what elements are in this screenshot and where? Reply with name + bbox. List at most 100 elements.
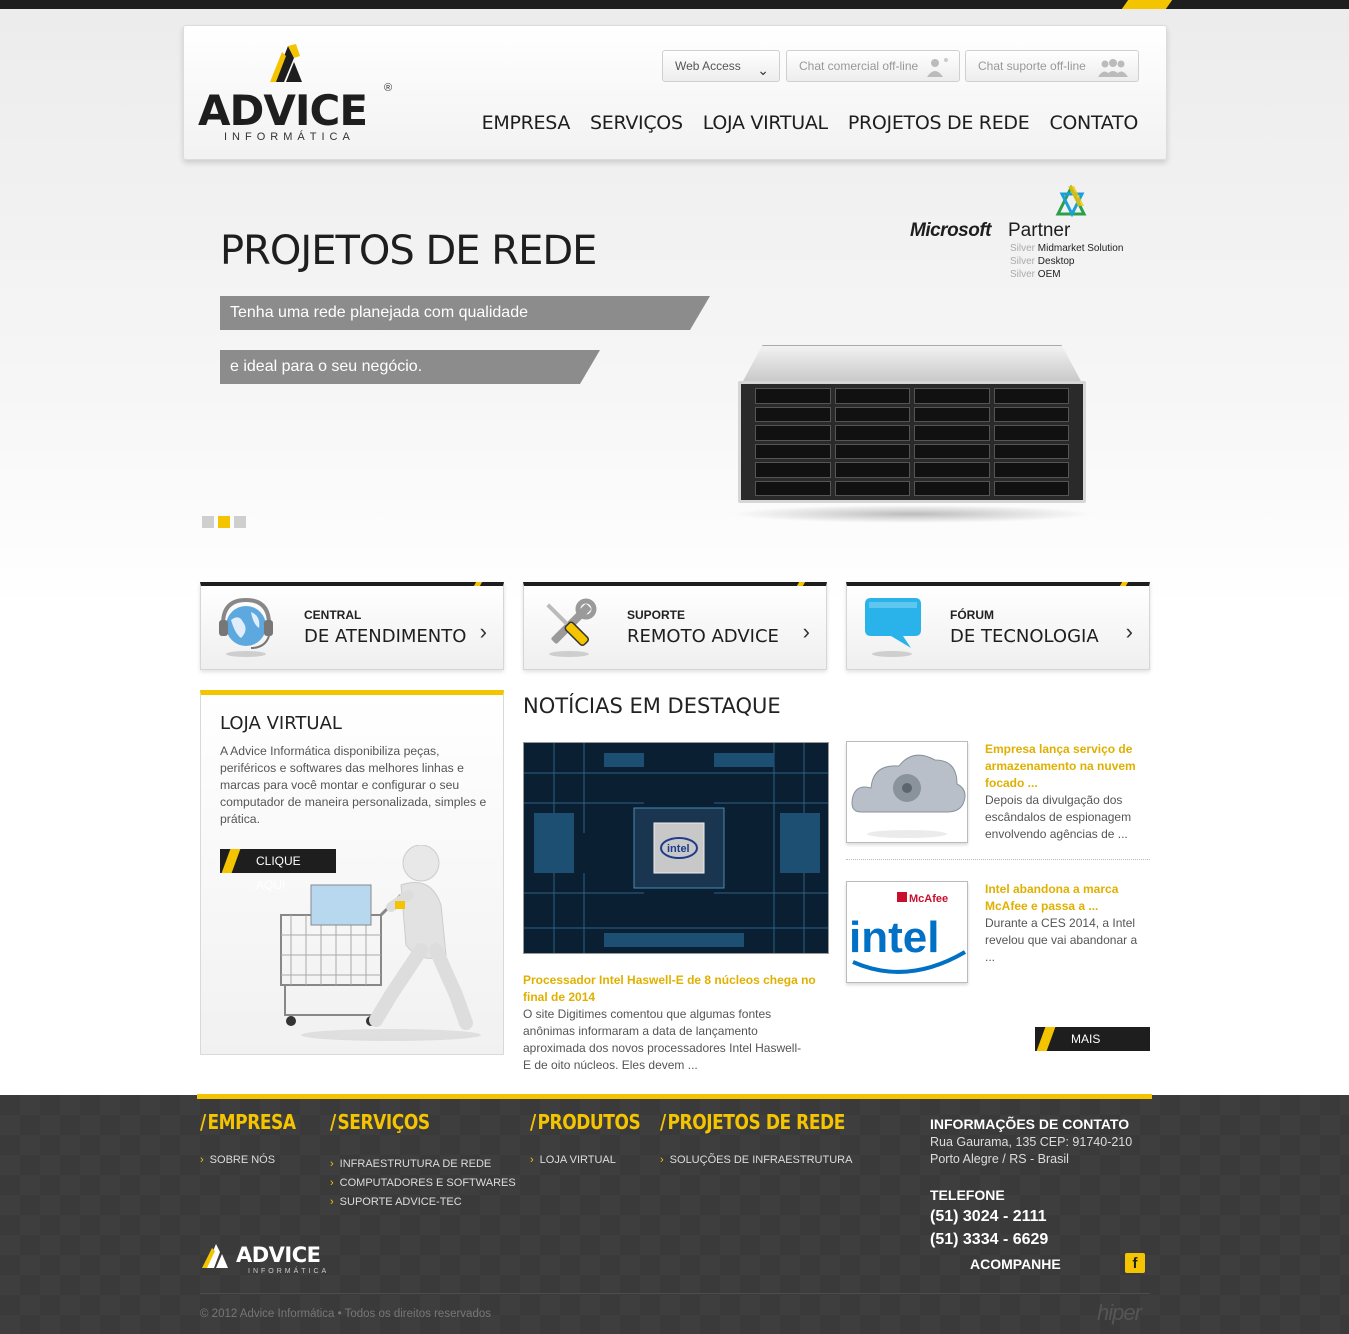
clique-aqui-button[interactable]: CLIQUE AQUI bbox=[220, 849, 336, 892]
drive-bay bbox=[755, 443, 831, 459]
svg-text:McAfee: McAfee bbox=[909, 893, 948, 905]
nav-projetos-de-rede[interactable]: PROJETOS DE REDE bbox=[848, 112, 1030, 134]
competency-desktop: Desktop bbox=[1037, 256, 1075, 267]
hero-tagline-2: e ideal para o seu negócio. bbox=[220, 350, 600, 384]
chevron-right-icon: › bbox=[1125, 619, 1133, 644]
card-label-large: DE ATENDIMENTO bbox=[304, 626, 467, 647]
person-icon bbox=[927, 58, 948, 77]
button-stripe bbox=[221, 849, 241, 873]
chat-comercial-button[interactable]: Chat comercial off-line bbox=[786, 50, 960, 82]
button-stripe bbox=[1036, 1027, 1056, 1051]
logo-wordmark: ADVICE bbox=[198, 86, 368, 135]
footer-link-infraestrutura[interactable]: › INFRAESTRUTURA DE REDE bbox=[330, 1158, 491, 1170]
motherboard-image: intel bbox=[524, 743, 828, 953]
chat-suporte-button[interactable]: Chat suporte off-line bbox=[965, 50, 1139, 82]
microsoft-partner-logo-icon bbox=[1055, 184, 1087, 218]
agency-logo[interactable]: hiper bbox=[1097, 1300, 1142, 1326]
svg-text:intel: intel bbox=[667, 843, 690, 855]
microsoft-partner-badge: Microsoft Partner Silver Midmarket Solut… bbox=[910, 184, 1140, 284]
news-section-title: NOTÍCIAS EM DESTAQUE bbox=[523, 694, 781, 718]
server-rack-image bbox=[720, 345, 1104, 525]
drive-bay bbox=[834, 480, 910, 496]
chat-comercial-label: Chat comercial off-line bbox=[799, 59, 919, 73]
slider-dot-3[interactable] bbox=[234, 516, 246, 528]
logo-mark-icon bbox=[270, 44, 302, 82]
contact-address-2: Porto Alegre / RS - Brasil bbox=[930, 1152, 1069, 1166]
drive-bay bbox=[834, 388, 910, 404]
news-divider bbox=[846, 859, 1150, 860]
nav-loja-virtual[interactable]: LOJA VIRTUAL bbox=[703, 112, 828, 134]
news-side-headline-2[interactable]: Intel abandona a marca McAfee e passa a … bbox=[985, 881, 1150, 915]
footer-heading-empresa[interactable]: /EMPRESA bbox=[200, 1110, 296, 1134]
mais-noticias-button[interactable]: MAIS NOTÍCIAS bbox=[1035, 1027, 1150, 1070]
drive-bay bbox=[755, 462, 831, 478]
silver-label: Silver bbox=[1010, 243, 1036, 254]
server-top bbox=[742, 345, 1082, 383]
card-central-atendimento[interactable]: CENTRAL DE ATENDIMENTO › bbox=[200, 582, 504, 670]
partner-competencies: Silver Midmarket Solution Silver Desktop… bbox=[1010, 242, 1123, 281]
footer-logo[interactable]: ADVICE INFORMÁTICA bbox=[200, 1242, 340, 1276]
server-shadow bbox=[730, 505, 1094, 523]
main-nav: EMPRESA SERVIÇOS LOJA VIRTUAL PROJETOS D… bbox=[482, 112, 1139, 134]
chevron-right-icon: › bbox=[802, 619, 810, 644]
footer-logo-mark-icon bbox=[202, 1244, 228, 1268]
drive-bay bbox=[993, 480, 1069, 496]
slider-dots bbox=[202, 516, 246, 528]
facebook-icon[interactable]: f bbox=[1125, 1253, 1145, 1273]
drive-bay bbox=[755, 425, 831, 441]
footer-logo-subtitle: INFORMÁTICA bbox=[248, 1268, 330, 1275]
cloud-safe-icon bbox=[847, 742, 967, 842]
footer-link-suporte[interactable]: › SUPORTE ADVICE-TEC bbox=[330, 1196, 462, 1208]
web-access-dropdown[interactable]: Web Access ⌄ bbox=[662, 50, 780, 82]
footer-link-solucoes[interactable]: › SOLUÇÕES DE INFRAESTRUTURA bbox=[660, 1154, 852, 1166]
drive-bay bbox=[755, 388, 831, 404]
drive-bay bbox=[914, 462, 990, 478]
silver-label: Silver bbox=[1010, 256, 1036, 267]
tools-icon bbox=[546, 598, 597, 657]
footer-link-sobre-nos[interactable]: › SOBRE NÓS bbox=[200, 1154, 275, 1166]
contact-title: INFORMAÇÕES DE CONTATO bbox=[930, 1116, 1130, 1132]
slider-dot-2[interactable] bbox=[218, 516, 230, 528]
drive-bay bbox=[755, 480, 831, 496]
follow-label: ACOMPANHE bbox=[970, 1256, 1061, 1272]
phone-title: TELEFONE bbox=[930, 1187, 1005, 1203]
drive-bay bbox=[993, 425, 1069, 441]
loja-virtual-box: LOJA VIRTUAL A Advice Informática dispon… bbox=[200, 690, 504, 1055]
news-side-excerpt-2: Durante a CES 2014, a Intel revelou que … bbox=[985, 916, 1138, 964]
top-bar-accent bbox=[1121, 0, 1173, 9]
slider-dot-1[interactable] bbox=[202, 516, 214, 528]
card-label-large: REMOTO ADVICE bbox=[627, 626, 779, 647]
site-header: ADVICE ® INFORMÁTICA Web Access ⌄ Chat c… bbox=[183, 25, 1167, 160]
advice-logo[interactable]: ADVICE ® INFORMÁTICA bbox=[198, 40, 398, 150]
drive-bay bbox=[993, 462, 1069, 478]
news-main-image[interactable]: intel bbox=[523, 742, 829, 954]
hero-tagline-1: Tenha uma rede planejada com qualidade bbox=[220, 296, 710, 330]
logo-registered-mark: ® bbox=[384, 82, 393, 94]
phone-number-2: (51) 3334 - 6629 bbox=[930, 1231, 1049, 1248]
card-label-small: CENTRAL bbox=[304, 608, 362, 622]
footer-link-loja-virtual[interactable]: › LOJA VIRTUAL bbox=[530, 1154, 616, 1166]
footer-logo-wordmark: ADVICE bbox=[236, 1243, 321, 1267]
footer-heading-produtos[interactable]: /PRODUTOS bbox=[530, 1110, 641, 1134]
drive-bay bbox=[993, 443, 1069, 459]
card-suporte-remoto[interactable]: SUPORTE REMOTO ADVICE › bbox=[523, 582, 827, 670]
nav-empresa[interactable]: EMPRESA bbox=[482, 112, 571, 134]
news-side-headline-1[interactable]: Empresa lança serviço de armazenamento n… bbox=[985, 741, 1150, 792]
drive-bay bbox=[914, 480, 990, 496]
news-main-headline[interactable]: Processador Intel Haswell-E de 8 núcleos… bbox=[523, 972, 828, 1006]
footer-heading-projetos[interactable]: /PROJETOS DE REDE bbox=[660, 1110, 845, 1134]
footer-link-computadores[interactable]: › COMPUTADORES E SOFTWARES bbox=[330, 1177, 516, 1189]
news-side-excerpt-1: Depois da divulgação dos escândalos de e… bbox=[985, 793, 1132, 841]
nav-contato[interactable]: CONTATO bbox=[1049, 112, 1138, 134]
shopping-cart-illustration bbox=[280, 845, 481, 1041]
nav-servicos[interactable]: SERVIÇOS bbox=[590, 112, 683, 134]
footer-heading-servicos[interactable]: /SERVIÇOS bbox=[330, 1110, 430, 1134]
drive-bay bbox=[834, 425, 910, 441]
news-thumb-intel[interactable]: McAfee intel bbox=[846, 881, 968, 983]
card-label-small: SUPORTE bbox=[627, 608, 686, 622]
silver-label: Silver bbox=[1010, 269, 1036, 280]
card-forum-tecnologia[interactable]: FÓRUM DE TECNOLOGIA › bbox=[846, 582, 1150, 670]
news-thumb-cloud[interactable] bbox=[846, 741, 968, 843]
footer-accent-line bbox=[197, 1094, 1152, 1099]
logo-subtitle: INFORMÁTICA bbox=[224, 131, 355, 143]
